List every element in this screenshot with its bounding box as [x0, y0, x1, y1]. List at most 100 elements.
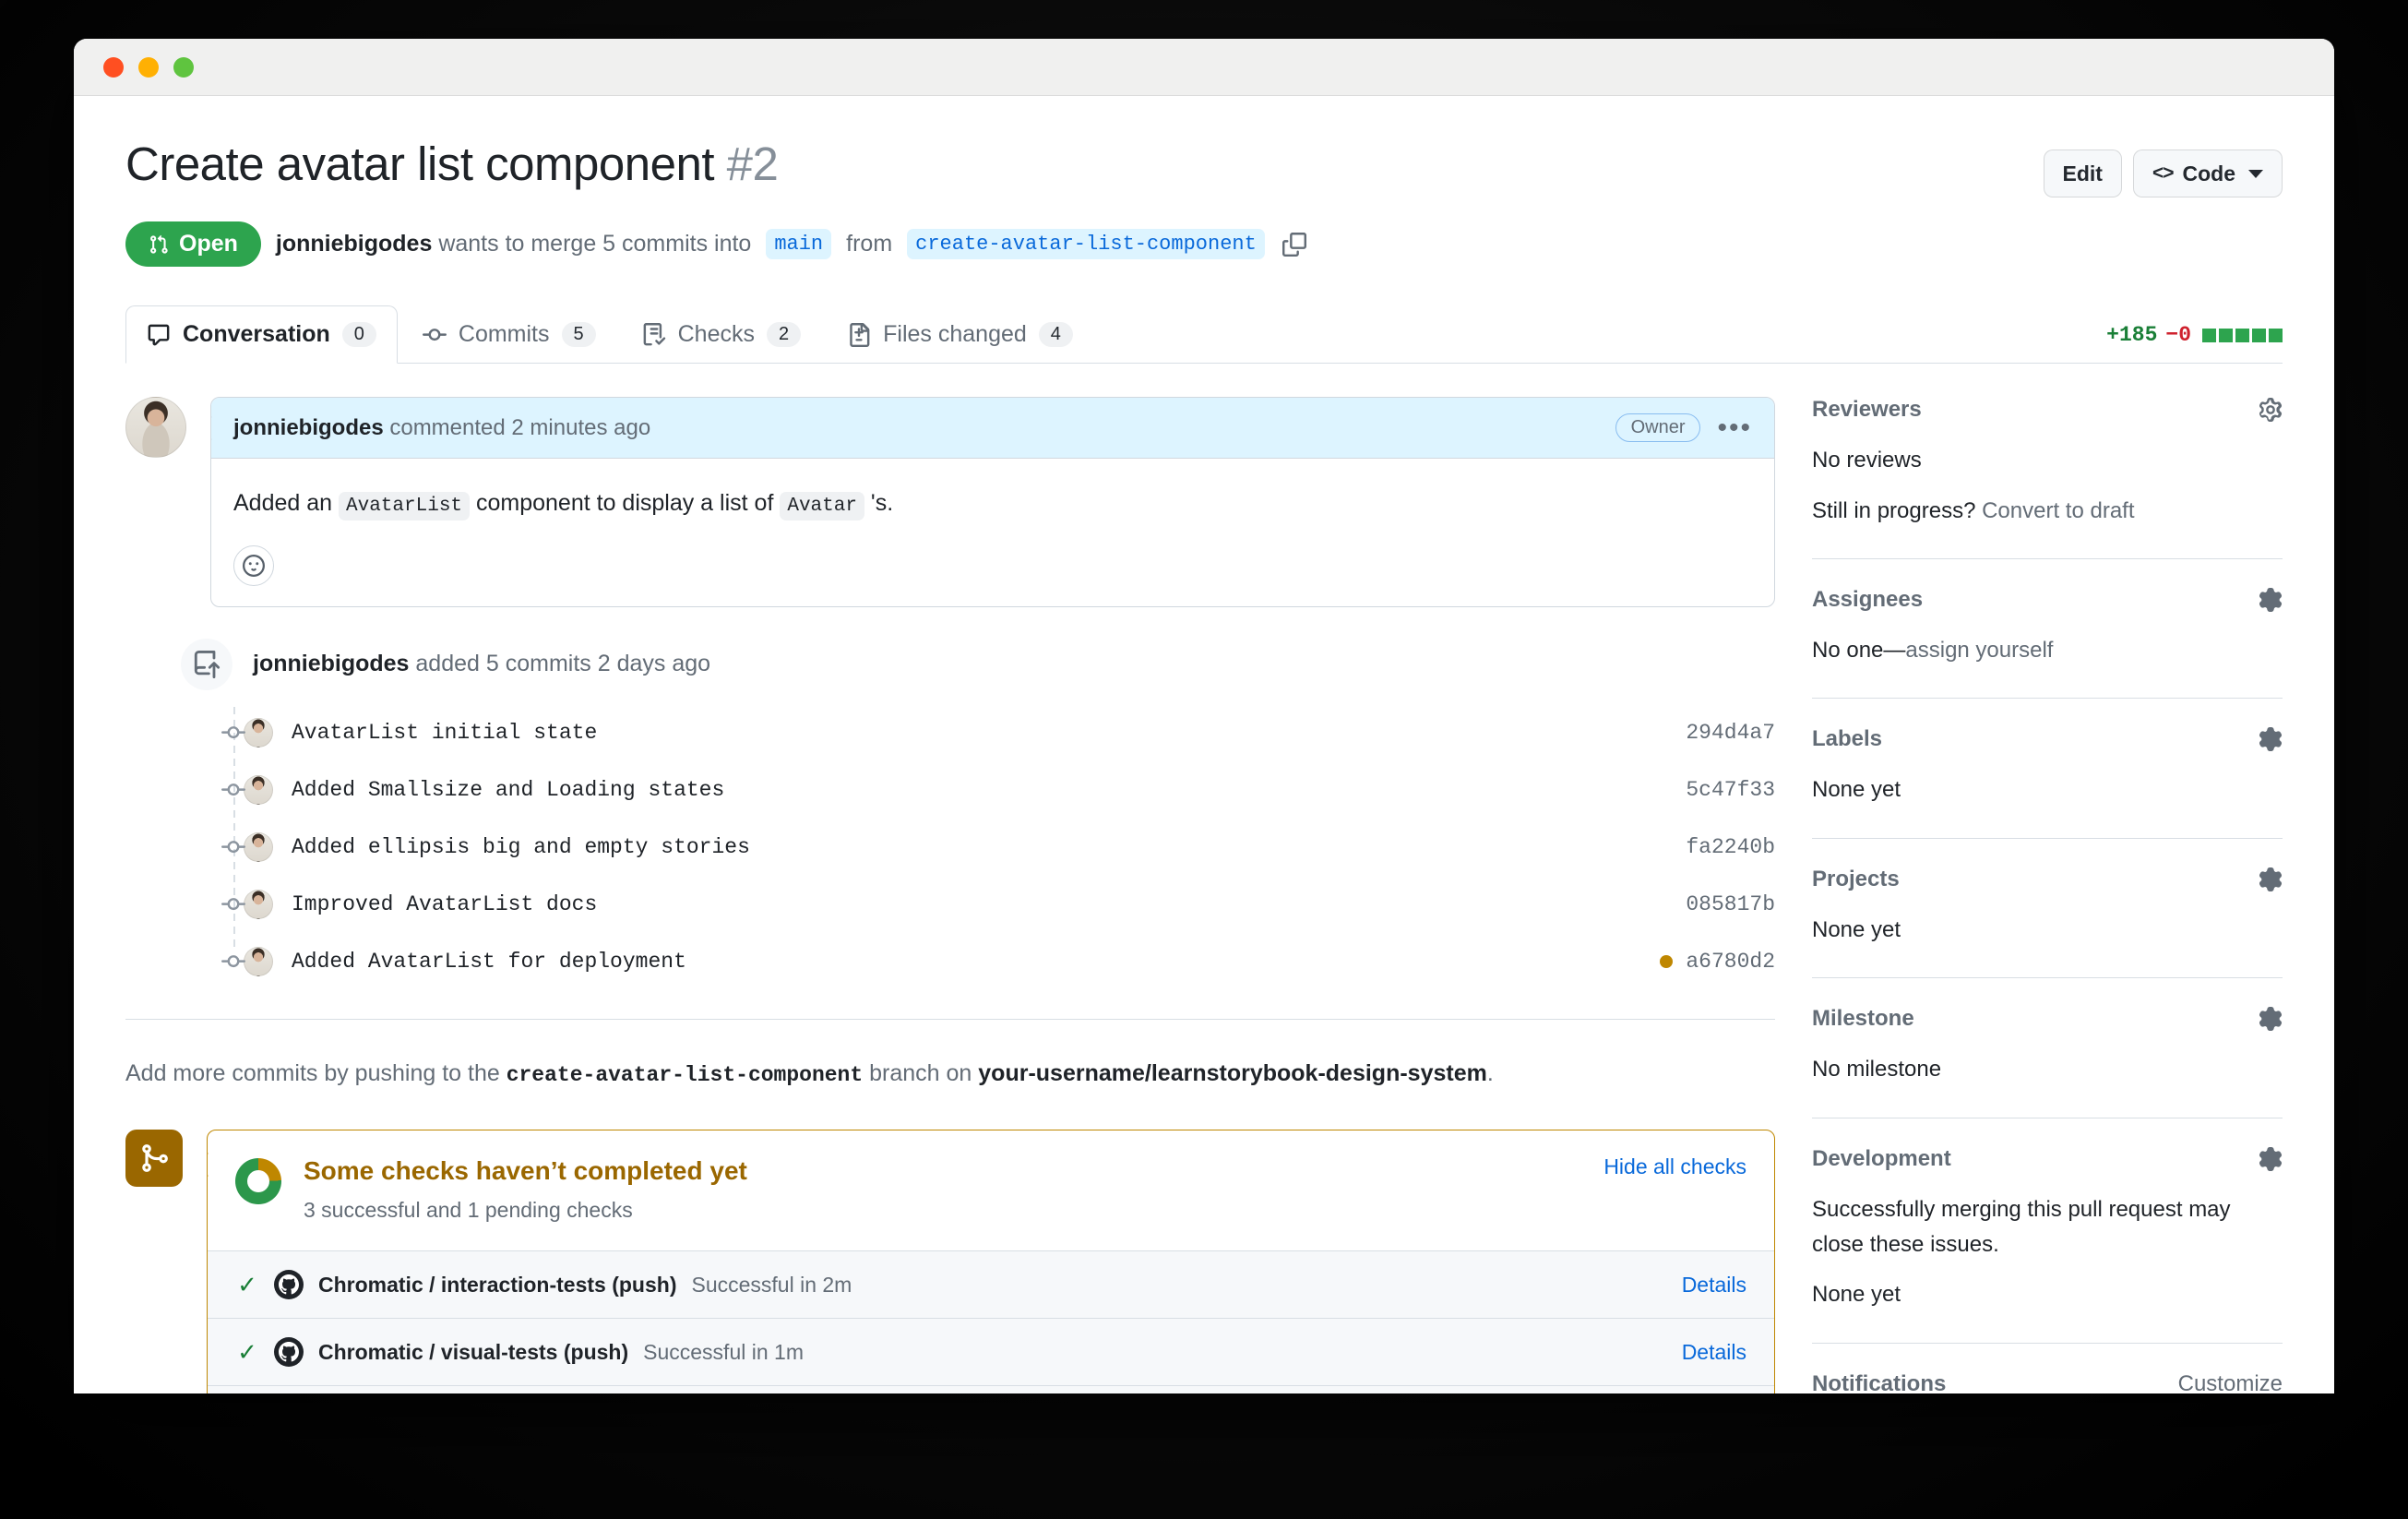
conversation-column: jonniebigodes commented 2 minutes ago Ow… — [125, 397, 1775, 1393]
commit-sha[interactable]: 085817b — [1686, 892, 1775, 916]
commit-author-avatar[interactable] — [244, 717, 273, 748]
gear-icon[interactable] — [2259, 867, 2283, 891]
timeline-header-text: jonniebigodes added 5 commits 2 days ago — [253, 651, 710, 677]
timeline-header: jonniebigodes added 5 commits 2 days ago — [125, 638, 1775, 690]
checks-header-text: Some checks haven’t completed yet 3 succ… — [304, 1154, 747, 1223]
gear-icon[interactable] — [2259, 727, 2283, 752]
convert-to-draft-link[interactable]: Convert to draft — [1982, 498, 2134, 523]
smiley-icon — [243, 554, 265, 577]
commit-sha[interactable]: fa2240b — [1686, 835, 1775, 859]
commit-message[interactable]: Added AvatarList for deployment — [292, 950, 1641, 974]
pr-tabs: Conversation 0 Commits 5 Checks 2 Files … — [125, 305, 2283, 365]
milestone-title: Milestone — [1812, 1006, 1914, 1032]
tab-conversation[interactable]: Conversation 0 — [125, 305, 398, 365]
projects-value: None yet — [1812, 916, 1901, 942]
check-name: Chromatic / visual-tests (push) — [318, 1339, 629, 1364]
comment-text-middle: component to display a list of — [475, 490, 774, 517]
head-branch-chip[interactable]: create-avatar-list-component — [907, 229, 1265, 260]
diff-stat: +185 −0 — [2106, 323, 2283, 347]
commit-message[interactable]: Improved AvatarList docs — [292, 892, 1667, 916]
comment-meta: commented 2 minutes ago — [389, 414, 651, 440]
commit-row[interactable]: Added AvatarList for deployment a6780d2 — [125, 946, 1775, 976]
tab-conversation-label: Conversation — [183, 321, 330, 348]
commit-row[interactable]: Added Smallsize and Loading states 5c47f3… — [125, 774, 1775, 805]
check-row[interactable]: ⚛UI TestsPending — 7 changes must be acc… — [208, 1385, 1774, 1393]
tab-checks[interactable]: Checks 2 — [621, 305, 823, 364]
assignees-value: No one—assign yourself — [1812, 633, 2283, 668]
avatar[interactable] — [125, 397, 186, 459]
checks-progress-donut — [235, 1157, 281, 1204]
desktop-background: Create avatar list component #2 Edit <> … — [0, 0, 2408, 1519]
commit-sha-text: fa2240b — [1686, 834, 1775, 859]
customize-notifications-link[interactable]: Customize — [2178, 1371, 2283, 1393]
commit-sha-text: 294d4a7 — [1686, 720, 1775, 745]
check-status: Successful in 2m — [691, 1272, 852, 1297]
github-icon — [274, 1270, 304, 1300]
gear-icon[interactable] — [2259, 587, 2283, 612]
edit-button[interactable]: Edit — [2043, 150, 2122, 198]
commit-node-icon — [221, 950, 245, 974]
commit-node-icon — [221, 778, 245, 802]
comment-body: Added an AvatarList component to display… — [211, 459, 1774, 606]
tab-files-changed-count: 4 — [1038, 322, 1073, 348]
commit-author-avatar[interactable] — [244, 774, 273, 805]
copy-branch-icon[interactable] — [1280, 230, 1309, 259]
commit-message[interactable]: Added ellipsis big and empty stories — [292, 835, 1667, 859]
minimize-button[interactable] — [138, 56, 159, 78]
sidebar-section-projects: Projects None yet — [1812, 867, 2283, 979]
commit-sha[interactable]: 5c47f33 — [1686, 778, 1775, 802]
commit-author-avatar[interactable] — [244, 831, 273, 862]
add-more-branch: create-avatar-list-component — [506, 1062, 864, 1087]
commit-row[interactable]: Improved AvatarList docs 085817b — [125, 889, 1775, 919]
diff-deletions: −0 — [2165, 323, 2191, 348]
close-button[interactable] — [103, 56, 124, 78]
tab-commits[interactable]: Commits 5 — [401, 305, 617, 364]
labels-header: Labels — [1812, 726, 2283, 752]
commit-sha-text: 5c47f33 — [1686, 777, 1775, 802]
code-icon: <> — [2152, 162, 2175, 185]
commit-sha[interactable]: a6780d2 — [1660, 950, 1775, 974]
development-value: None yet — [1812, 1282, 1901, 1308]
gear-icon[interactable] — [2259, 1007, 2283, 1032]
notifications-title: Notifications — [1812, 1370, 1947, 1393]
checks-section: Some checks haven’t completed yet 3 succ… — [125, 1129, 1775, 1393]
tab-files-changed[interactable]: Files changed 4 — [826, 305, 1094, 364]
assign-yourself-link[interactable]: assign yourself — [1905, 638, 2053, 663]
github-icon — [274, 1337, 304, 1368]
comment-thread: jonniebigodes commented 2 minutes ago Ow… — [125, 397, 1775, 607]
commit-row[interactable]: AvatarList initial state 294d4a7 — [125, 717, 1775, 748]
tab-checks-label: Checks — [677, 321, 755, 348]
commit-row[interactable]: Added ellipsis big and empty stories fa22… — [125, 831, 1775, 862]
check-details-link[interactable]: Details — [1682, 1273, 1746, 1298]
diff-blocks — [2202, 328, 2283, 342]
comment-menu-icon[interactable]: ••• — [1717, 413, 1752, 441]
pr-sidebar: Reviewers No reviews Still in progress? … — [1812, 397, 2283, 1393]
check-row[interactable]: ✓ Chromatic / visual-tests (push) Successf… — [208, 1318, 1774, 1386]
add-reaction-button[interactable] — [233, 544, 274, 586]
pr-author[interactable]: jonniebigodes — [276, 231, 432, 257]
timeline-header-label: added 5 commits 2 days ago — [415, 651, 711, 677]
code-button[interactable]: <> Code — [2132, 150, 2283, 198]
comment-author[interactable]: jonniebigodes — [233, 415, 384, 440]
timeline-author[interactable]: jonniebigodes — [253, 651, 409, 676]
gear-icon[interactable] — [2259, 1146, 2283, 1171]
git-merge-icon — [125, 1129, 183, 1187]
commit-author-avatar[interactable] — [244, 946, 273, 976]
base-branch-chip[interactable]: main — [766, 229, 832, 260]
commit-sha-text: a6780d2 — [1686, 949, 1775, 974]
assignees-value-prefix: No one— — [1812, 637, 1906, 663]
commit-message[interactable]: Added Smallsize and Loading states — [292, 778, 1667, 802]
commit-sha[interactable]: 294d4a7 — [1686, 721, 1775, 745]
check-details-link[interactable]: Details — [1682, 1340, 1746, 1365]
code-button-label: Code — [2182, 161, 2236, 185]
tab-checks-count: 2 — [767, 322, 802, 348]
gear-icon[interactable] — [2259, 398, 2283, 423]
from-text: from — [846, 231, 893, 257]
check-row[interactable]: ✓ Chromatic / interaction-tests (push) Suc… — [208, 1250, 1774, 1319]
add-more-repo[interactable]: your-username/learnstorybook-design-syst… — [978, 1060, 1487, 1086]
maximize-button[interactable] — [173, 56, 194, 78]
hide-all-checks-link[interactable]: Hide all checks — [1603, 1154, 1746, 1179]
commit-message[interactable]: AvatarList initial state — [292, 721, 1667, 745]
commit-author-avatar[interactable] — [244, 889, 273, 919]
labels-value: None yet — [1812, 777, 1901, 803]
